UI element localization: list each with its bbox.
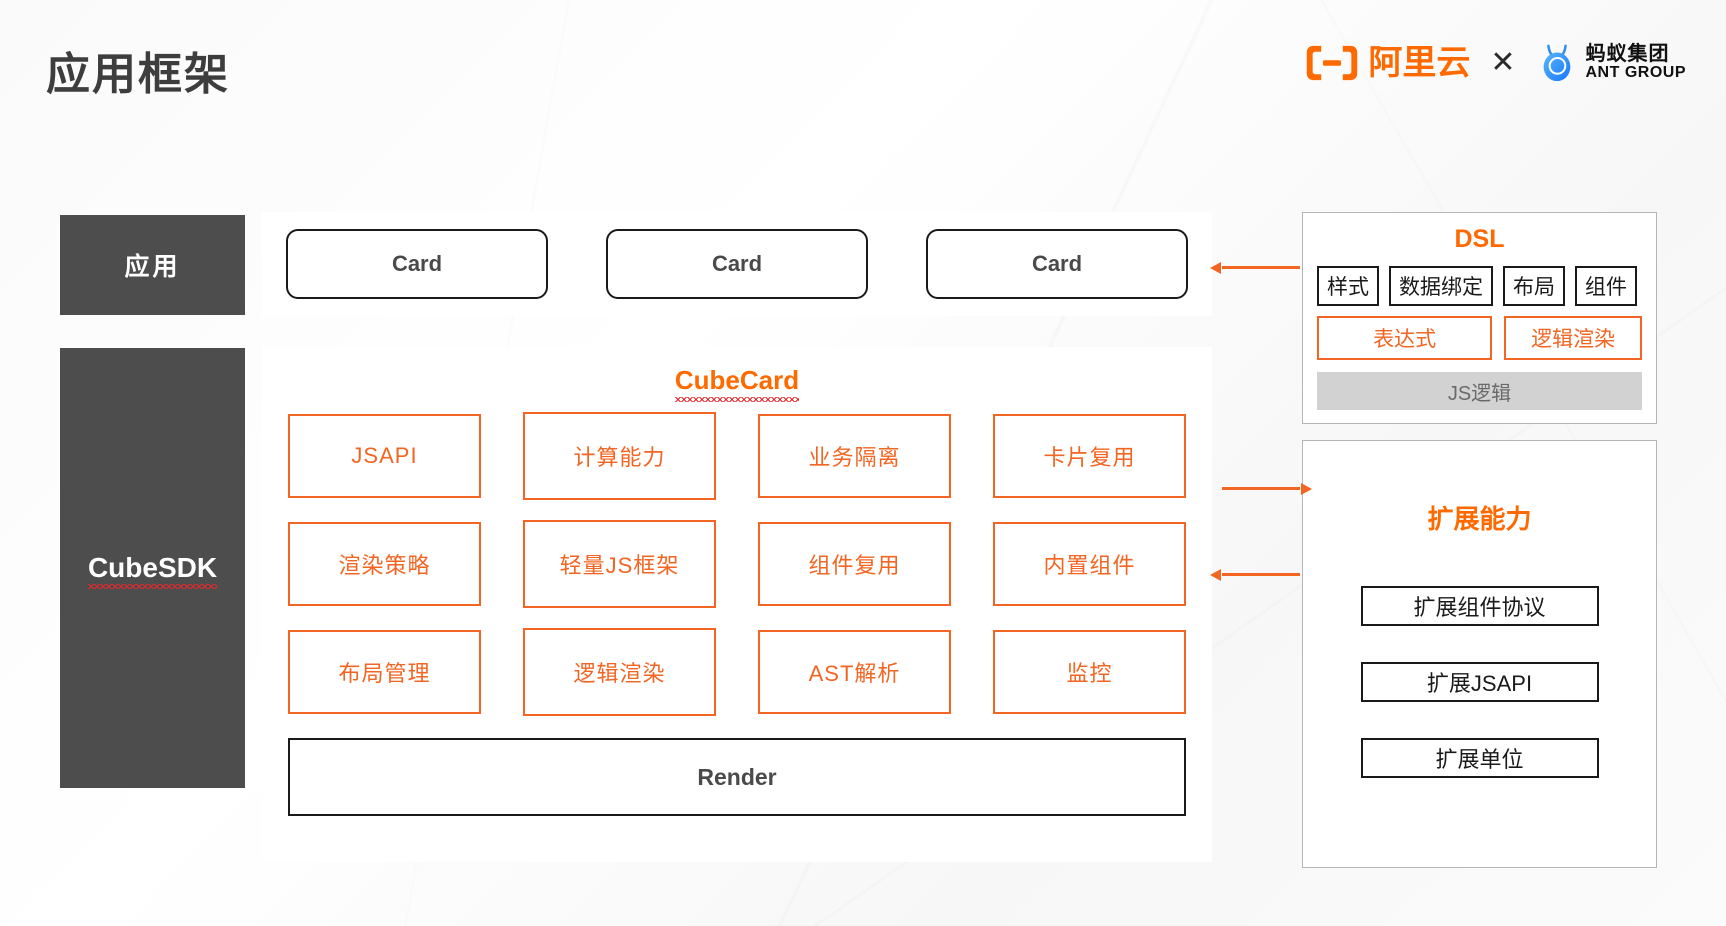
capability-cell-ast-parse[interactable]: AST解析 [758, 630, 951, 714]
dsl-panel: DSL 样式 数据绑定 布局 组件 表达式 逻辑渲染 JS逻辑 [1302, 212, 1657, 424]
extension-item-jsapi[interactable]: 扩展JSAPI [1360, 662, 1599, 702]
dsl-chip-expression[interactable]: 表达式 [1317, 316, 1493, 360]
ant-group-wordmark: 蚂蚁集团 ANT GROUP [1586, 44, 1687, 82]
capability-cell-logic-render[interactable]: 逻辑渲染 [523, 628, 716, 716]
rail-application-text: 应用 [124, 253, 181, 281]
brand-logo-bar: 阿里云 ✕ 蚂蚁集团 ANT GROUP [1305, 42, 1686, 84]
cubecard-row-2: 渲染策略 轻量JS框架 组件复用 内置组件 [288, 520, 1186, 608]
dsl-chip-logic-render[interactable]: 逻辑渲染 [1504, 316, 1642, 360]
card-box[interactable]: Card [286, 229, 548, 299]
cubecard-row-1: JSAPI 计算能力 业务隔离 卡片复用 [288, 412, 1186, 500]
page-title: 应用框架 [46, 50, 230, 99]
capability-cell-monitor[interactable]: 监控 [993, 630, 1186, 714]
ant-group-name-en: ANT GROUP [1585, 64, 1686, 82]
dsl-chip-component[interactable]: 组件 [1575, 266, 1637, 306]
cubecard-row-3: 布局管理 逻辑渲染 AST解析 监控 [288, 628, 1186, 716]
dsl-title: DSL [1454, 225, 1505, 253]
dsl-chip-row-black: 样式 数据绑定 布局 组件 [1317, 266, 1642, 306]
extension-capability-panel: 扩展能力 扩展组件协议 扩展JSAPI 扩展单位 [1302, 440, 1657, 868]
ant-group-logo-icon [1543, 44, 1570, 82]
capability-cell-card-reuse[interactable]: 卡片复用 [993, 414, 1186, 498]
dsl-chip-style[interactable]: 样式 [1317, 266, 1379, 306]
dsl-chip-data-binding[interactable]: 数据绑定 [1389, 266, 1493, 306]
arrow-right-icon-sdk-to-extension [1222, 487, 1300, 490]
dsl-chip-row-orange: 表达式 逻辑渲染 [1317, 316, 1642, 360]
ant-group-logo: 蚂蚁集团 ANT GROUP [1536, 42, 1687, 84]
ant-group-name-cn: 蚂蚁集团 [1585, 43, 1670, 66]
capability-cell-compute[interactable]: 计算能力 [523, 412, 716, 500]
render-box[interactable]: Render [288, 738, 1186, 816]
card-box[interactable]: Card [606, 229, 868, 299]
dsl-chip-layout[interactable]: 布局 [1503, 266, 1565, 306]
extension-item-unit[interactable]: 扩展单位 [1360, 738, 1599, 778]
card-box[interactable]: Card [926, 229, 1188, 299]
diagram-stage: 应用框架 阿里云 ✕ 蚂蚁集团 ANT GROUP 应用 CubeSDK Car… [0, 0, 1726, 926]
capability-cell-layout-manage[interactable]: 布局管理 [288, 630, 481, 714]
capability-cell-isolation[interactable]: 业务隔离 [758, 414, 951, 498]
cubecard-title: CubeCard [288, 365, 1186, 402]
cubecard-panel: CubeCard JSAPI 计算能力 业务隔离 卡片复用 渲染策略 轻量JS框… [262, 347, 1212, 862]
capability-cell-jsapi[interactable]: JSAPI [288, 414, 481, 498]
arrow-left-icon-dsl-to-cards [1222, 266, 1300, 269]
capability-cell-component-reuse[interactable]: 组件复用 [758, 522, 951, 606]
alibaba-cloud-logo: 阿里云 [1305, 43, 1470, 83]
rail-cubesdk-text: CubeSDK [87, 552, 218, 589]
dsl-js-logic-bar[interactable]: JS逻辑 [1317, 372, 1642, 410]
arrow-left-icon-extension-to-sdk [1222, 573, 1300, 576]
alibaba-cloud-wordmark: 阿里云 [1368, 44, 1471, 82]
extension-item-component-protocol[interactable]: 扩展组件协议 [1360, 586, 1599, 626]
rail-label-application: 应用 [60, 215, 245, 315]
alibaba-cloud-logo-icon [1307, 45, 1358, 81]
cross-separator-icon: ✕ [1490, 46, 1516, 79]
extension-panel-title: 扩展能力 [1427, 504, 1532, 534]
capability-cell-builtin-component[interactable]: 内置组件 [993, 522, 1186, 606]
rail-label-cubesdk: CubeSDK [60, 348, 245, 788]
capability-cell-light-js[interactable]: 轻量JS框架 [523, 520, 716, 608]
cubecard-title-text: CubeCard [674, 365, 800, 402]
capability-cell-render-strategy[interactable]: 渲染策略 [288, 522, 481, 606]
application-cards-panel: Card Card Card [262, 212, 1212, 316]
